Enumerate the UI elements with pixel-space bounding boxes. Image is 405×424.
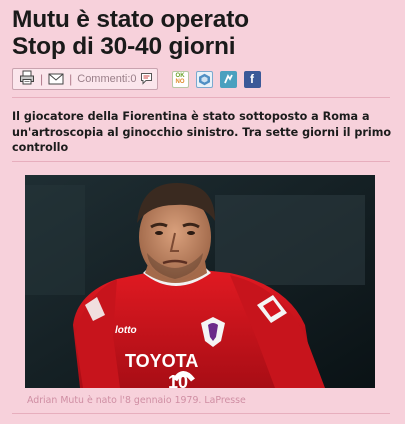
shirt-number-text: 10 — [168, 372, 188, 388]
article-headline: Mutu è stato operato Stop di 30-40 giorn… — [12, 6, 397, 60]
okno-no-text: NO — [175, 79, 185, 85]
article-photo[interactable]: lotto TOYOTA 10 — [25, 175, 375, 388]
okno-icon[interactable]: OK NO — [171, 70, 189, 88]
hexagon-share-icon[interactable] — [195, 70, 213, 88]
printer-icon[interactable] — [19, 70, 35, 89]
divider — [12, 97, 390, 98]
article-tools-box: | | Commenti:0 — [12, 68, 158, 90]
kit-brand-text: lotto — [115, 325, 137, 336]
toolbar-separator: | — [69, 72, 73, 86]
share-bar: OK NO f — [171, 70, 261, 88]
speech-bubble-icon[interactable] — [140, 70, 153, 89]
shirt-sponsor-text: TOYOTA — [125, 351, 198, 371]
article-toolbar: | | Commenti:0 OK NO f — [12, 66, 390, 92]
comments-link[interactable]: Commenti:0 — [77, 73, 136, 85]
envelope-icon[interactable] — [48, 70, 64, 89]
headline-line-2: Stop di 30-40 giorni — [12, 33, 236, 60]
diigo-icon[interactable] — [219, 70, 237, 88]
divider — [12, 161, 390, 162]
divider — [12, 413, 390, 414]
toolbar-separator: | — [40, 72, 44, 86]
player-illustration: lotto TOYOTA 10 — [25, 175, 375, 388]
facebook-icon[interactable]: f — [243, 70, 261, 88]
headline-line-1: Mutu è stato operato — [12, 6, 249, 33]
article-lead: Il giocatore della Fiorentina è stato so… — [12, 110, 392, 154]
photo-caption: Adrian Mutu è nato l'8 gennaio 1979. LaP… — [27, 395, 246, 406]
